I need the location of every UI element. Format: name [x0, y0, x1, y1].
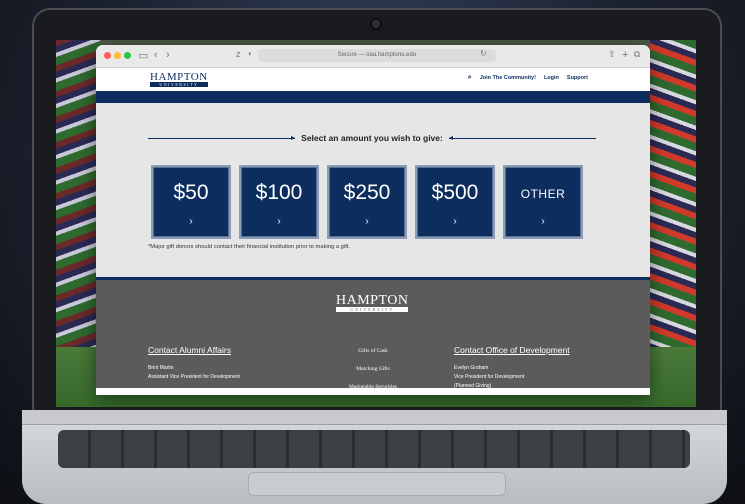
webcam: [372, 20, 380, 28]
amount-100-button[interactable]: $100 ›: [239, 165, 319, 239]
give-heading: Select an amount you wish to give:: [148, 133, 597, 143]
sidebar-icon[interactable]: ▭: [138, 49, 148, 62]
share-icon[interactable]: ⇪: [608, 49, 616, 60]
contact-name: Brint Martin: [148, 365, 174, 371]
footer-link-matching-gifts[interactable]: Matching Gifts: [336, 366, 410, 372]
alumni-affairs-link[interactable]: Contact Alumni Affairs: [148, 344, 240, 357]
chevron-right-icon: ›: [189, 216, 193, 227]
privacy-shield-icon: ◐: [248, 49, 253, 58]
footer-link-marketable-securities[interactable]: Marketable Securities: [336, 384, 410, 390]
search-icon[interactable]: ⌕: [468, 74, 472, 82]
back-icon[interactable]: ‹: [154, 49, 158, 61]
footer-logo[interactable]: HAMPTON UNIVERSITY: [336, 294, 409, 312]
amount-label: $500: [431, 181, 479, 204]
development-office-link[interactable]: Contact Office of Development: [454, 344, 570, 357]
amount-other-button[interactable]: OTHER ›: [503, 165, 583, 239]
laptop-base: [22, 410, 727, 504]
give-heading-text: Select an amount you wish to give:: [301, 133, 443, 143]
minimize-window-button[interactable]: [114, 52, 121, 59]
site-nav: ⌕ Join The Community! Login Support: [468, 74, 588, 82]
address-bar[interactable]: Secure — oaa.hamptonu.edu: [258, 49, 496, 62]
tabs-overview-icon[interactable]: ⧉: [634, 49, 640, 60]
nav-login[interactable]: Login: [544, 75, 559, 81]
nav-support[interactable]: Support: [567, 75, 588, 81]
new-tab-icon[interactable]: +: [622, 49, 628, 61]
contact-role: Vice President for Development: [454, 374, 525, 380]
contact-name: Evelyn Graham: [454, 365, 489, 371]
header-accent-bar: [96, 91, 650, 103]
amount-options: $50 › $100 › $250 › $500 › OTHER ›: [151, 165, 583, 239]
trackpad: [248, 472, 506, 496]
maximize-window-button[interactable]: [124, 52, 131, 59]
contact-extra: (Planned Giving): [454, 383, 492, 389]
amount-label: OTHER: [520, 187, 566, 201]
site-header: HAMPTON UNIVERSITY ⌕ Join The Community!…: [96, 68, 650, 91]
amount-500-button[interactable]: $500 ›: [415, 165, 495, 239]
browser-window: ▭ ‹ › z ◐ Secure — oaa.hamptonu.edu ↻ ⇪ …: [96, 45, 650, 395]
laptop-hinge: [22, 410, 727, 425]
development-office-contact: Contact Office of Development Evelyn Gra…: [454, 344, 570, 391]
footer-links: Gifts of Cash Matching Gifts Marketable …: [336, 348, 410, 395]
chevron-right-icon: ›: [277, 216, 281, 227]
amount-250-button[interactable]: $250 ›: [327, 165, 407, 239]
browser-toolbar: ▭ ‹ › z ◐ Secure — oaa.hamptonu.edu ↻ ⇪ …: [96, 45, 650, 68]
keyboard: [58, 430, 690, 468]
amount-label: $250: [343, 181, 391, 204]
chevron-right-icon: ›: [365, 216, 369, 227]
contact-role: Assistant Vice President for Development: [148, 374, 240, 380]
amount-label: $100: [255, 181, 303, 204]
amount-label: $50: [173, 181, 209, 204]
alumni-affairs-contact: Contact Alumni Affairs Brint Martin Assi…: [148, 344, 240, 382]
forward-icon[interactable]: ›: [166, 49, 170, 61]
heading-arrow-line-right: [448, 135, 597, 140]
close-window-button[interactable]: [104, 52, 111, 59]
extension-icon[interactable]: z: [236, 49, 241, 59]
give-section: Select an amount you wish to give: $50 ›…: [96, 103, 650, 277]
site-footer: HAMPTON UNIVERSITY Contact Alumni Affair…: [96, 277, 650, 391]
major-gift-note: *Major gift donors should contact their …: [148, 244, 351, 250]
reload-icon[interactable]: ↻: [480, 49, 487, 58]
chevron-right-icon: ›: [541, 216, 545, 227]
nav-join-community[interactable]: Join The Community!: [480, 75, 536, 81]
chevron-right-icon: ›: [453, 216, 457, 227]
site-logo[interactable]: HAMPTON UNIVERSITY: [150, 72, 208, 87]
heading-arrow-line-left: [148, 135, 296, 140]
footer-link-gifts-of-cash[interactable]: Gifts of Cash: [336, 348, 410, 354]
amount-50-button[interactable]: $50 ›: [151, 165, 231, 239]
